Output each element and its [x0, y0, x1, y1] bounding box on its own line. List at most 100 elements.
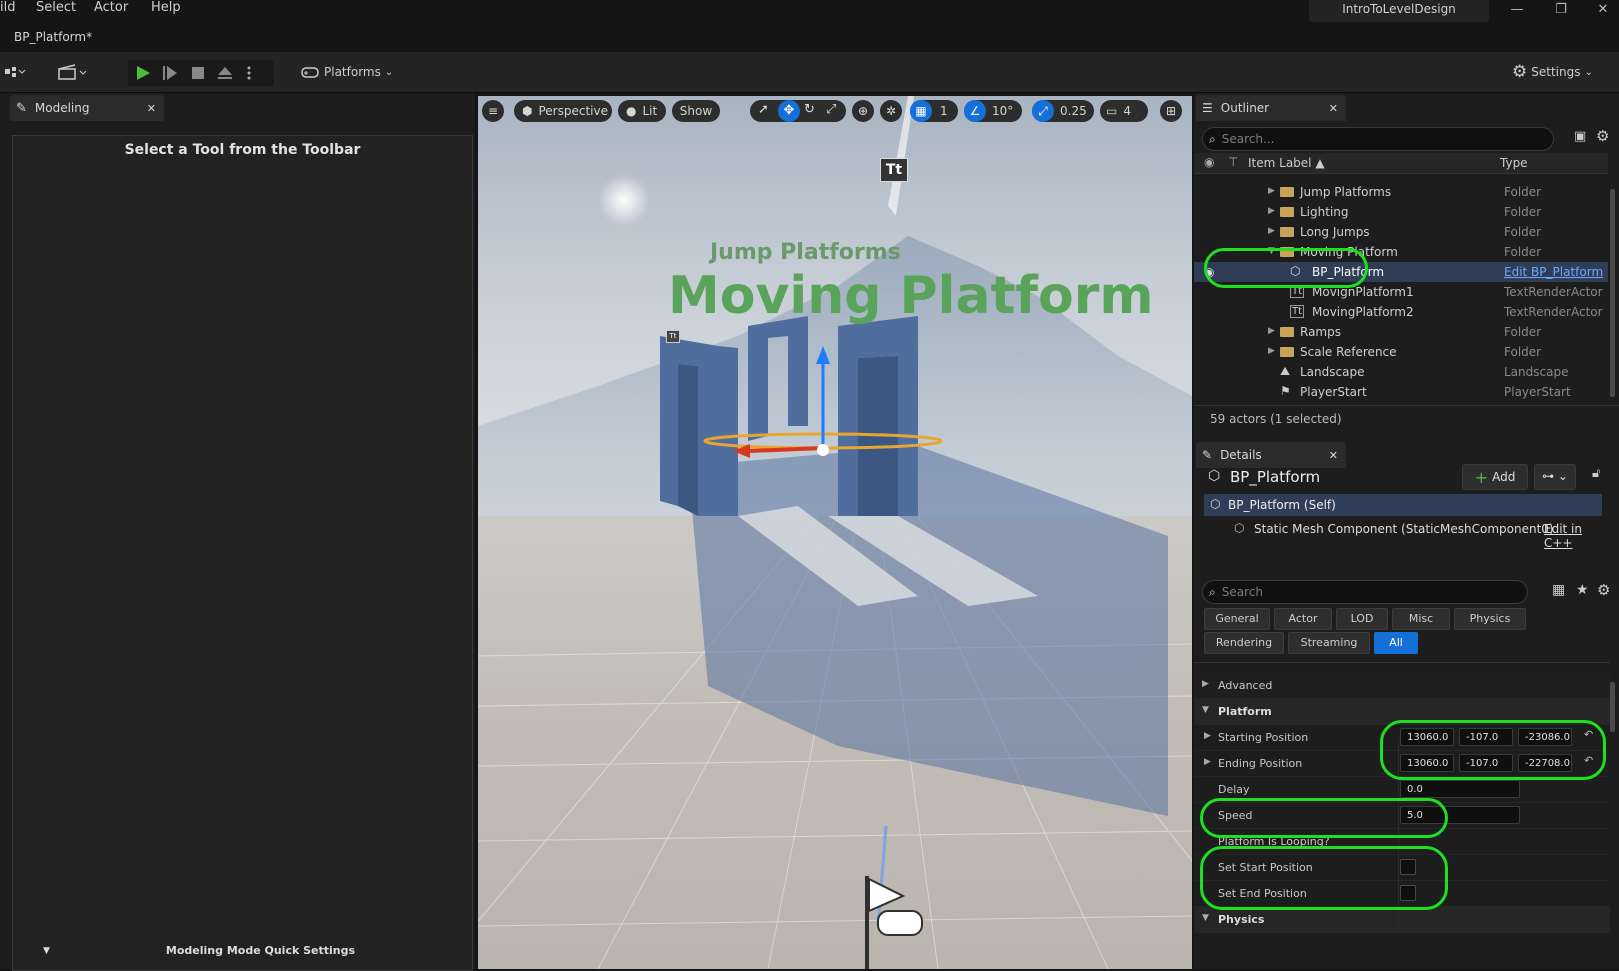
- expand-arrow-icon[interactable]: ▶: [1202, 679, 1209, 689]
- layout-button[interactable]: ⊞: [1160, 100, 1182, 122]
- ending-position-z[interactable]: -22708.0: [1518, 754, 1572, 772]
- starting-position-y[interactable]: -107.0: [1459, 728, 1513, 746]
- step-icon[interactable]: [161, 64, 179, 82]
- document-tab[interactable]: BP_Platform*: [0, 26, 92, 50]
- filter-rendering[interactable]: Rendering: [1204, 632, 1284, 654]
- outliner-scrollbar[interactable]: [1610, 189, 1615, 397]
- expand-arrow-icon[interactable]: ▶: [1204, 757, 1211, 767]
- eye-icon[interactable]: ◉: [1204, 265, 1214, 279]
- grid-snap[interactable]: ▦ 1: [910, 100, 958, 122]
- eject-icon[interactable]: [216, 64, 234, 82]
- star-icon[interactable]: ★: [1576, 582, 1589, 598]
- filter-misc[interactable]: Misc: [1392, 608, 1450, 630]
- edit-blueprint-link[interactable]: Edit BP_Platform: [1504, 265, 1604, 279]
- list-item-selected[interactable]: ◉ ⬡ BP_Platform Edit BP_Platform: [1194, 262, 1608, 282]
- translate-icon[interactable]: ✥: [778, 100, 800, 122]
- collapse-arrow-icon[interactable]: ▼: [1202, 705, 1209, 715]
- list-item[interactable]: ▶ Jump Platforms Folder: [1194, 182, 1608, 202]
- tab-details[interactable]: ✎ Details ✕: [1196, 442, 1346, 468]
- lock-icon[interactable]: 🔓︎: [1592, 466, 1600, 481]
- table-view-icon[interactable]: ▦: [1552, 582, 1565, 598]
- physics-category[interactable]: ▼ Physics: [1194, 906, 1610, 933]
- ending-position-x[interactable]: 13060.0: [1400, 754, 1454, 772]
- list-item[interactable]: Tt MovingPlatform2 TextRenderActor: [1194, 302, 1608, 322]
- close-icon[interactable]: ✕: [1329, 102, 1338, 115]
- list-item[interactable]: ▶ Long Jumps Folder: [1194, 222, 1608, 242]
- world-local-button[interactable]: ⊕: [852, 100, 874, 122]
- component-self-row[interactable]: ⬡ BP_Platform (Self): [1204, 494, 1602, 516]
- starting-position-z[interactable]: -23086.0: [1518, 728, 1572, 746]
- blueprint-options-button[interactable]: ⊶ ⌄: [1534, 464, 1576, 490]
- minimize-button[interactable]: —: [1502, 2, 1532, 22]
- reset-icon[interactable]: ↶: [1584, 754, 1593, 767]
- viewport-menu-button[interactable]: ≡: [482, 100, 504, 122]
- expand-arrow-icon[interactable]: ▶: [1268, 326, 1275, 336]
- level-viewport[interactable]: Jump Platforms Moving Platform Tt Tt ≡ ⬢…: [478, 96, 1192, 969]
- close-icon[interactable]: ✕: [147, 102, 156, 115]
- starting-position-x[interactable]: 13060.0: [1400, 728, 1454, 746]
- rotation-snap[interactable]: ∠ 10°: [964, 100, 1022, 122]
- filter-physics[interactable]: Physics: [1454, 608, 1526, 630]
- perspective-button[interactable]: ⬢ Perspective: [514, 100, 612, 122]
- menu-actor[interactable]: Actor: [94, 0, 128, 15]
- delay-input[interactable]: 0.0: [1400, 780, 1520, 798]
- speed-input[interactable]: 5.0: [1400, 806, 1520, 824]
- quick-settings-header[interactable]: ▼ Modeling Mode Quick Settings: [43, 944, 473, 957]
- expanded-arrow-icon[interactable]: ▼: [1268, 246, 1275, 256]
- close-window-button[interactable]: ✕: [1588, 2, 1618, 22]
- scale-snap[interactable]: ⤢ 0.25: [1032, 100, 1094, 122]
- text-render-icon[interactable]: Tt: [666, 330, 680, 343]
- filter-lod[interactable]: LOD: [1336, 608, 1388, 630]
- list-item[interactable]: ▶ Ramps Folder: [1194, 322, 1608, 342]
- tab-modeling[interactable]: ✎ Modeling ✕: [10, 95, 164, 121]
- expand-arrow-icon[interactable]: ▶: [1268, 346, 1275, 356]
- filter-actor[interactable]: Actor: [1274, 608, 1332, 630]
- ending-position-y[interactable]: -107.0: [1459, 754, 1513, 772]
- camera-speed[interactable]: ▭ 4: [1100, 100, 1148, 122]
- list-item[interactable]: ▼ Moving Platform Folder: [1194, 242, 1608, 262]
- menu-build[interactable]: ild: [0, 0, 15, 15]
- list-item[interactable]: ▶ Lighting Folder: [1194, 202, 1608, 222]
- restore-button[interactable]: ❐: [1546, 2, 1576, 22]
- list-item[interactable]: Tt MovignPlatform1 TextRenderActor: [1194, 282, 1608, 302]
- details-scrollbar[interactable]: [1610, 682, 1615, 732]
- gear-icon[interactable]: ⚙: [1596, 127, 1609, 145]
- platforms-button[interactable]: Platforms ⌄: [300, 60, 400, 84]
- text-render-icon[interactable]: Tt: [880, 158, 908, 182]
- select-arrow-icon[interactable]: ➚: [758, 102, 769, 117]
- show-button[interactable]: Show: [672, 100, 720, 122]
- filter-all[interactable]: All: [1374, 632, 1418, 654]
- add-component-button[interactable]: + Add: [1462, 464, 1528, 490]
- type-column[interactable]: Type: [1500, 156, 1528, 170]
- menu-help[interactable]: Help: [151, 0, 181, 15]
- close-icon[interactable]: ✕: [1329, 449, 1338, 462]
- filter-streaming[interactable]: Streaming: [1288, 632, 1370, 654]
- component-static-mesh-row[interactable]: ⬡ Static Mesh Component (StaticMeshCompo…: [1204, 518, 1602, 550]
- details-search-input[interactable]: ⌕ Search: [1202, 580, 1528, 604]
- item-label-column[interactable]: Item Label ▲: [1248, 156, 1325, 170]
- expand-arrow-icon[interactable]: ▶: [1268, 206, 1275, 216]
- gear-icon[interactable]: ⚙: [1597, 581, 1610, 599]
- advanced-category[interactable]: ▶ Advanced: [1194, 672, 1610, 699]
- scale-icon[interactable]: ⤢: [826, 102, 836, 117]
- mode-select-button[interactable]: [4, 60, 40, 84]
- collapse-arrow-icon[interactable]: ▼: [1202, 913, 1209, 923]
- settings-button[interactable]: ⚙ Settings ⌄: [1512, 60, 1612, 84]
- rotate-icon[interactable]: ↻: [804, 102, 815, 117]
- stop-icon[interactable]: [189, 64, 207, 82]
- list-item[interactable]: ⚑ PlayerStart PlayerStart: [1194, 382, 1608, 402]
- lit-button[interactable]: ● Lit: [618, 100, 666, 122]
- tab-outliner[interactable]: ☰ Outliner ✕: [1196, 95, 1346, 121]
- filter-general[interactable]: General: [1204, 608, 1270, 630]
- set-start-position-checkbox[interactable]: [1400, 859, 1416, 875]
- surface-snap-button[interactable]: ✲: [880, 100, 902, 122]
- add-folder-icon[interactable]: ▣: [1574, 129, 1586, 144]
- set-end-position-checkbox[interactable]: [1400, 885, 1416, 901]
- edit-in-cpp-link[interactable]: Edit in C++: [1544, 522, 1602, 550]
- content-shortcut-button[interactable]: [58, 60, 94, 84]
- expand-arrow-icon[interactable]: ▶: [1268, 186, 1275, 196]
- list-item[interactable]: ▶ Scale Reference Folder: [1194, 342, 1608, 362]
- list-item[interactable]: ⛰ Landscape Landscape: [1194, 362, 1608, 382]
- expand-arrow-icon[interactable]: ▶: [1268, 226, 1275, 236]
- pin-icon[interactable]: ⊤: [1228, 155, 1238, 169]
